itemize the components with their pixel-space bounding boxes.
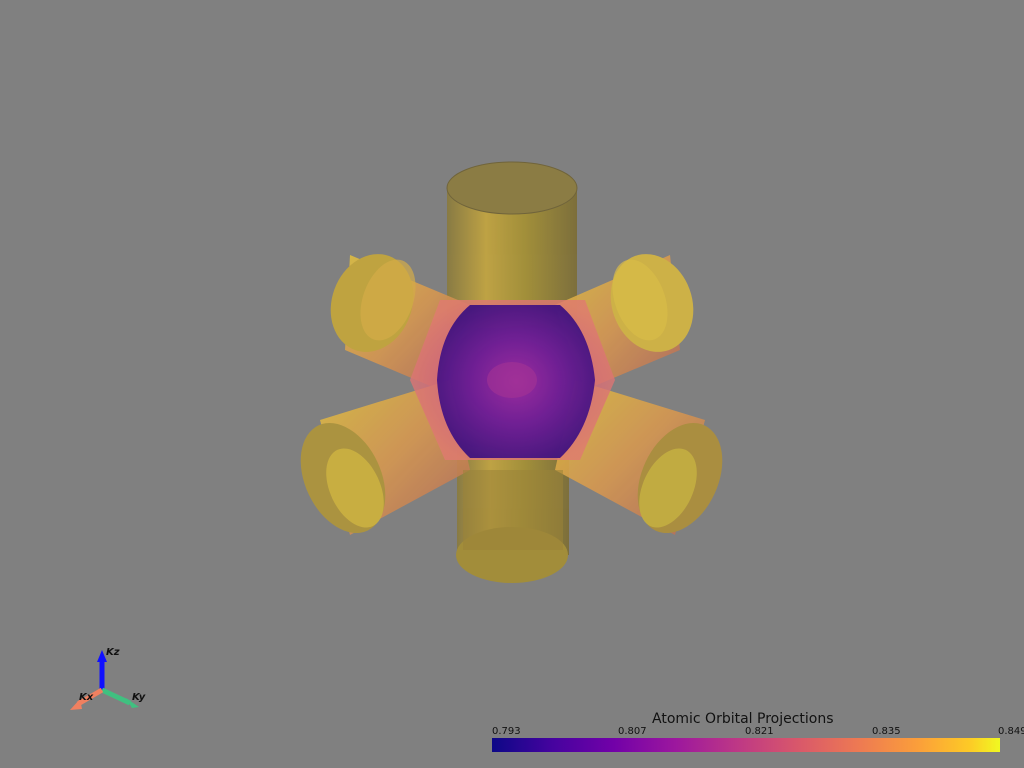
colorbar-tick-3: 0.835 <box>872 726 901 737</box>
colorbar-tick-1: 0.807 <box>618 726 647 737</box>
colorbar-title: Atomic Orbital Projections <box>652 711 834 727</box>
axis-x-label: Kx <box>79 692 94 703</box>
3d-viewport[interactable] <box>0 0 1024 768</box>
core <box>437 305 595 458</box>
axis-z-label: Kz <box>106 647 120 658</box>
colorbar-tick-2: 0.821 <box>745 726 774 737</box>
fermi-surface[interactable] <box>284 161 739 583</box>
colorbar-tick-4: 0.849 <box>998 726 1024 737</box>
colorbar-gradient <box>492 738 1000 752</box>
tube-bottom-front <box>463 470 563 550</box>
colorbar-tick-0: 0.793 <box>492 726 521 737</box>
axis-y-label: Ky <box>132 692 146 703</box>
